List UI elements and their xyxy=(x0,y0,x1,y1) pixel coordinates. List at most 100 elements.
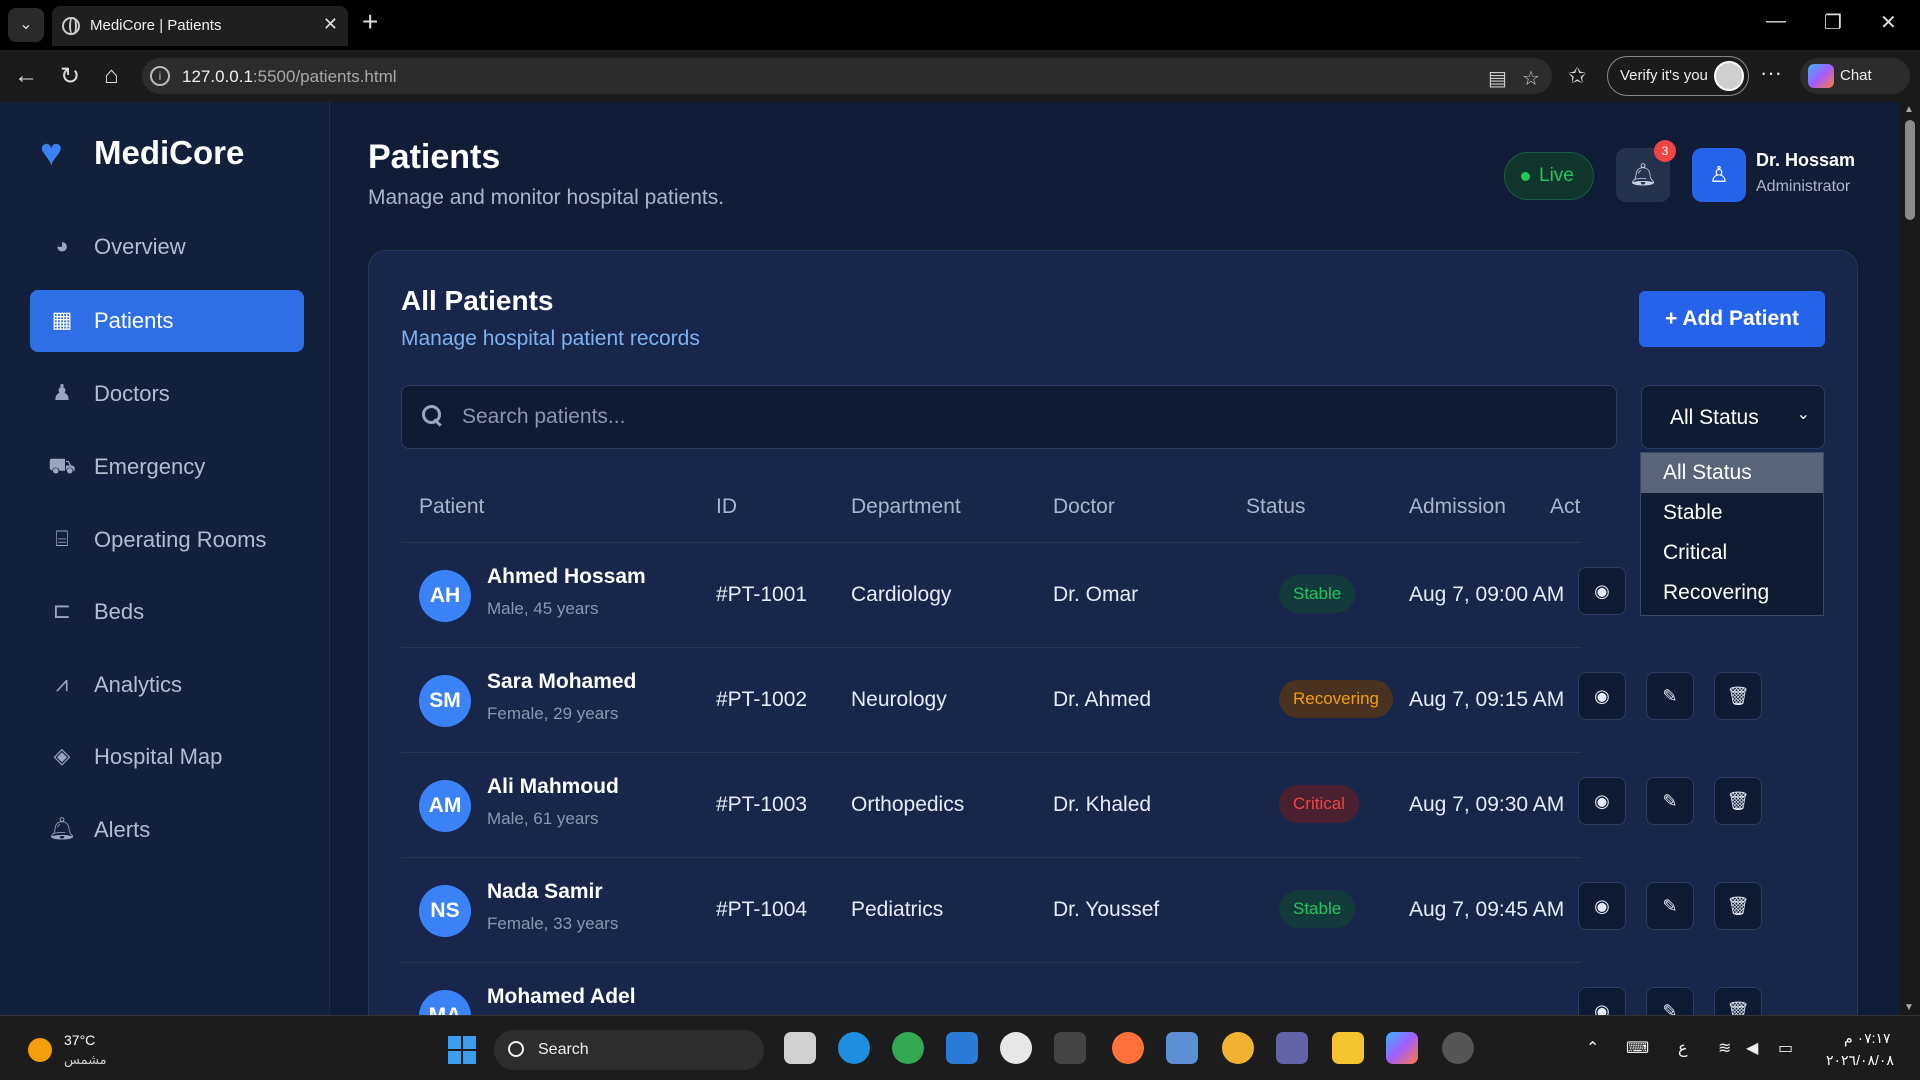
network-app-icon[interactable] xyxy=(1166,1032,1198,1064)
taskbar-date[interactable]: ٢٠٢٦/٠٨/٠٨ xyxy=(1826,1052,1894,1069)
sidebar-item-emergency[interactable]: ⛟ Emergency xyxy=(30,436,304,498)
heartbeat-icon: ♥ xyxy=(40,132,63,174)
view-icon[interactable]: ◉ xyxy=(1578,567,1626,615)
chrome-icon[interactable] xyxy=(892,1032,924,1064)
copilot-icon[interactable] xyxy=(1386,1032,1418,1064)
notifications-button[interactable]: 🔔︎ 3 xyxy=(1616,140,1676,202)
patient-avatar: AM xyxy=(419,780,471,832)
scrollbar-thumb[interactable] xyxy=(1905,120,1915,220)
delete-icon[interactable]: 🗑︎ xyxy=(1714,672,1762,720)
globe-icon xyxy=(62,17,80,35)
sidebar-item-beds[interactable]: ⊏ Beds xyxy=(30,581,304,643)
table-row[interactable]: SM Sara Mohamed Female, 29 years #PT-100… xyxy=(401,648,1581,753)
sidebar-item-analytics[interactable]: ⩘ Analytics xyxy=(30,654,304,716)
keyboard-icon[interactable]: ⌨ xyxy=(1626,1038,1649,1058)
column-header-id[interactable]: ID xyxy=(716,495,737,519)
status-option-critical[interactable]: Critical xyxy=(1641,533,1823,573)
reader-mode-icon[interactable]: ▤ xyxy=(1488,66,1507,91)
scroll-up-icon[interactable]: ▲ xyxy=(1904,104,1914,115)
column-header-patient[interactable]: Patient xyxy=(419,495,484,519)
volume-icon[interactable]: ◀ xyxy=(1746,1038,1758,1058)
start-button[interactable] xyxy=(448,1036,476,1064)
page-scrollbar[interactable]: ▲ ▼ xyxy=(1900,102,1920,1015)
weather-temperature[interactable]: 37°C xyxy=(64,1032,95,1048)
patient-doctor: Dr. Khaled xyxy=(1053,793,1152,816)
patient-doctor: Dr. Youssef xyxy=(1053,898,1160,921)
edit-icon[interactable]: ✎ xyxy=(1646,672,1694,720)
column-header-actions[interactable]: Act xyxy=(1550,495,1580,519)
table-row[interactable]: AM Ali Mahmoud Male, 61 years #PT-1003 O… xyxy=(401,753,1581,858)
task-view-icon[interactable] xyxy=(784,1032,816,1064)
taskbar-search[interactable]: Search xyxy=(494,1030,764,1070)
vscode-icon[interactable] xyxy=(946,1032,978,1064)
home-icon[interactable]: ⌂ xyxy=(104,62,119,90)
sidebar-item-overview[interactable]: ◕ Overview xyxy=(30,216,304,278)
sidebar-item-alerts[interactable]: 🔔︎ Alerts xyxy=(30,799,304,861)
refresh-icon[interactable]: ↻ xyxy=(60,62,80,91)
edge-browser-icon[interactable] xyxy=(838,1032,870,1064)
tab-actions-menu[interactable]: ⌄ xyxy=(8,8,44,42)
delete-icon[interactable]: 🗑︎ xyxy=(1714,882,1762,930)
status-option-recovering[interactable]: Recovering xyxy=(1641,573,1823,613)
edit-icon[interactable]: ✎ xyxy=(1646,777,1694,825)
add-patient-button[interactable]: + Add Patient xyxy=(1639,291,1825,347)
view-icon[interactable]: ◉ xyxy=(1578,777,1626,825)
url-text: 127.0.0.1:5500/patients.html xyxy=(182,67,397,86)
sidebar-item-doctors[interactable]: ♟ Doctors xyxy=(30,363,304,425)
new-tab-button[interactable]: + xyxy=(362,6,378,38)
language-indicator[interactable]: ع xyxy=(1678,1038,1688,1058)
url-bar[interactable]: i 127.0.0.1:5500/patients.html ▤ ☆ xyxy=(142,58,1552,94)
verify-profile-button[interactable]: Verify it's you xyxy=(1607,56,1749,96)
file-explorer-icon[interactable] xyxy=(1332,1032,1364,1064)
terminal-icon[interactable] xyxy=(1054,1032,1086,1064)
edit-icon[interactable]: ✎ xyxy=(1646,987,1694,1015)
search-input[interactable] xyxy=(462,386,1602,448)
more-options-icon[interactable]: ··· xyxy=(1760,60,1782,86)
tab-title: MediCore | Patients xyxy=(90,17,222,34)
clock-app-icon[interactable] xyxy=(1000,1032,1032,1064)
status-filter-value: All Status xyxy=(1670,406,1759,429)
firefox-icon[interactable] xyxy=(1112,1032,1144,1064)
status-badge: Recovering xyxy=(1279,680,1393,718)
brave-icon[interactable] xyxy=(1222,1032,1254,1064)
table-row[interactable]: AH Ahmed Hossam Male, 45 years #PT-1001 … xyxy=(401,543,1626,648)
column-header-status[interactable]: Status xyxy=(1246,495,1306,519)
status-option-stable[interactable]: Stable xyxy=(1641,493,1823,533)
site-info-icon[interactable]: i xyxy=(150,66,170,86)
user-avatar[interactable]: ♙ xyxy=(1692,148,1746,202)
table-row[interactable]: MA Mohamed Adel xyxy=(401,963,1581,1015)
status-option-all[interactable]: All Status xyxy=(1641,453,1823,493)
minimize-icon[interactable]: — xyxy=(1766,10,1786,33)
delete-icon[interactable]: 🗑︎ xyxy=(1714,987,1762,1015)
restore-icon[interactable]: ❐ xyxy=(1824,10,1842,35)
table-row[interactable]: NS Nada Samir Female, 33 years #PT-1004 … xyxy=(401,858,1581,963)
sidebar-item-patients[interactable]: ▦ Patients xyxy=(30,290,304,352)
battery-icon[interactable]: ▭ xyxy=(1778,1038,1793,1058)
view-icon[interactable]: ◉ xyxy=(1578,882,1626,930)
column-header-department[interactable]: Department xyxy=(851,495,961,519)
view-icon[interactable]: ◉ xyxy=(1578,987,1626,1015)
taskbar-time[interactable]: ٠٧:١٧ م xyxy=(1844,1030,1891,1047)
column-header-admission[interactable]: Admission xyxy=(1409,495,1506,519)
chevron-up-icon[interactable]: ⌃ xyxy=(1586,1038,1599,1058)
browser-tab[interactable]: MediCore | Patients ✕ xyxy=(52,6,348,46)
sun-icon[interactable] xyxy=(28,1038,52,1062)
back-icon[interactable]: ← xyxy=(14,62,38,90)
sidebar-item-operating-rooms[interactable]: ⌸ Operating Rooms xyxy=(30,509,304,571)
scroll-down-icon[interactable]: ▼ xyxy=(1904,1002,1914,1013)
wifi-icon[interactable]: ≋ xyxy=(1718,1038,1731,1058)
edit-icon[interactable]: ✎ xyxy=(1646,882,1694,930)
copilot-chat-button[interactable]: Chat ⌄ xyxy=(1800,58,1910,94)
teams-icon[interactable] xyxy=(1276,1032,1308,1064)
delete-icon[interactable]: 🗑︎ xyxy=(1714,777,1762,825)
favorites-icon[interactable]: ✩ xyxy=(1568,63,1586,89)
close-window-icon[interactable]: ✕ xyxy=(1880,10,1897,35)
view-icon[interactable]: ◉ xyxy=(1578,672,1626,720)
status-filter-select[interactable]: All Status ⌄ xyxy=(1641,385,1825,449)
patient-admission: Aug 7, 09:15 AM xyxy=(1409,688,1565,711)
close-tab-icon[interactable]: ✕ xyxy=(323,14,338,35)
column-header-doctor[interactable]: Doctor xyxy=(1053,495,1115,519)
favorite-star-icon[interactable]: ☆ xyxy=(1522,66,1540,91)
media-player-icon[interactable] xyxy=(1442,1032,1474,1064)
sidebar-item-hospital-map[interactable]: ◈ Hospital Map xyxy=(30,726,304,788)
